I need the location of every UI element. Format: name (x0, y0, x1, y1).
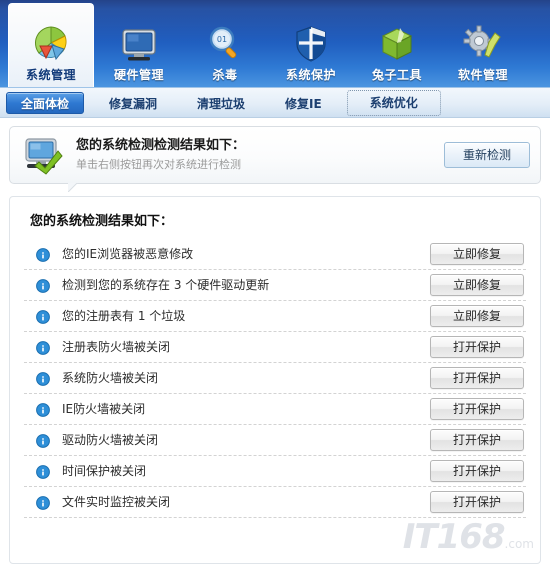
result-action-button[interactable]: 打开保护 (430, 429, 524, 451)
watermark-suffix: .com (504, 537, 534, 551)
result-row-label: 时间保护被关闭 (62, 464, 147, 478)
scan-summary-title: 您的系统检测检测结果如下： (76, 138, 246, 153)
tab-fix-vulnerabilities[interactable]: 修复漏洞 (94, 92, 172, 114)
bubble-tail (68, 183, 84, 192)
result-row-label: 文件实时监控被关闭 (62, 495, 171, 509)
result-action-button[interactable]: 立即修复 (430, 243, 524, 265)
result-action-button[interactable]: 立即修复 (430, 305, 524, 327)
tab-system-optimization[interactable]: 系统优化 (346, 89, 441, 116)
result-row[interactable]: 时间保护被关闭 打开保护 (24, 456, 526, 487)
nav-item-rabbit-tools[interactable]: 兔子工具 (356, 5, 438, 87)
nav-item-antivirus[interactable]: 01 杀毒 (184, 5, 266, 87)
result-action-button[interactable]: 打开保护 (430, 367, 524, 389)
nav-item-label: 软件管理 (457, 68, 508, 82)
nav-item-label: 兔子工具 (371, 68, 422, 82)
result-row-label: 注册表防火墙被关闭 (62, 340, 171, 354)
nav-item-label: 杀毒 (212, 68, 238, 82)
warning-icon (36, 433, 50, 448)
result-action-button[interactable]: 立即修复 (430, 274, 524, 296)
result-action-button[interactable]: 打开保护 (430, 491, 524, 513)
green-box-icon (376, 23, 418, 65)
result-row[interactable]: 文件实时监控被关闭 打开保护 (24, 487, 526, 518)
warning-icon (36, 247, 50, 262)
tab-repair-ie[interactable]: 修复IE (270, 92, 337, 114)
nav-item-system-management[interactable]: 系统管理 (8, 3, 94, 87)
warning-icon (36, 402, 50, 417)
rescan-button[interactable]: 重新检测 (444, 142, 530, 168)
nav-item-software-management[interactable]: 软件管理 (442, 5, 524, 87)
pie-chart-icon (30, 23, 72, 65)
result-row[interactable]: IE防火墙被关闭 打开保护 (24, 394, 526, 425)
result-row[interactable]: 驱动防火墙被关闭 打开保护 (24, 425, 526, 456)
nav-item-hardware-management[interactable]: 硬件管理 (98, 5, 180, 87)
gear-wrench-icon (462, 23, 504, 65)
nav-item-label: 硬件管理 (113, 68, 164, 82)
result-row-label: 您的IE浏览器被恶意修改 (62, 247, 194, 261)
result-row-label: IE防火墙被关闭 (62, 402, 146, 416)
results-panel: 您的系统检测结果如下： 您的IE浏览器被恶意修改 立即修复 检测到您的系统存在 … (9, 196, 541, 564)
result-row[interactable]: 系统防火墙被关闭 打开保护 (24, 363, 526, 394)
main-toolbar: 系统管理 硬件管理 01 杀毒 系统保护 兔子工具 软件管理 (0, 0, 550, 88)
tab-full-checkup[interactable]: 全面体检 (6, 91, 85, 114)
nav-item-label: 系统保护 (285, 68, 336, 82)
magnifier-icon: 01 (204, 23, 246, 65)
result-row-label: 驱动防火墙被关闭 (62, 433, 159, 447)
scan-summary-subtitle: 单击右侧按钮再次对系统进行检测 (76, 158, 241, 171)
scan-summary-panel: 您的系统检测检测结果如下： 单击右侧按钮再次对系统进行检测 重新检测 (9, 126, 541, 184)
result-row[interactable]: 注册表防火墙被关闭 打开保护 (24, 332, 526, 363)
watermark-text: IT168 (402, 517, 506, 557)
monitor-icon (118, 23, 160, 65)
results-heading: 您的系统检测结果如下： (30, 214, 174, 229)
result-action-button[interactable]: 打开保护 (430, 398, 524, 420)
result-action-button[interactable]: 打开保护 (430, 460, 524, 482)
result-row[interactable]: 检测到您的系统存在 3 个硬件驱动更新 立即修复 (24, 270, 526, 301)
warning-icon (36, 371, 50, 386)
watermark: IT168.com (403, 520, 534, 561)
nav-item-label: 系统管理 (25, 68, 76, 82)
scan-summary-text: 您的系统检测检测结果如下： 单击右侧按钮再次对系统进行检测 (76, 137, 444, 173)
result-row[interactable]: 您的IE浏览器被恶意修改 立即修复 (24, 239, 526, 270)
nav-item-system-protection[interactable]: 系统保护 (270, 5, 352, 87)
shield-icon (290, 23, 332, 65)
warning-icon (36, 464, 50, 479)
sub-tab-bar: 全面体检 修复漏洞 清理垃圾 修复IE 系统优化 (0, 88, 550, 118)
svg-text:01: 01 (217, 35, 227, 44)
result-row-label: 您的注册表有 1 个垃圾 (62, 309, 186, 323)
result-row-label: 系统防火墙被关闭 (62, 371, 159, 385)
tab-clean-junk[interactable]: 清理垃圾 (182, 92, 260, 114)
warning-icon (36, 340, 50, 355)
warning-icon (36, 278, 50, 293)
result-row[interactable]: 您的注册表有 1 个垃圾 立即修复 (24, 301, 526, 332)
warning-icon (36, 495, 50, 510)
result-row-label: 检测到您的系统存在 3 个硬件驱动更新 (62, 278, 270, 292)
warning-icon (36, 309, 50, 324)
monitor-check-icon (22, 135, 66, 175)
result-action-button[interactable]: 打开保护 (430, 336, 524, 358)
application-window: 系统管理 硬件管理 01 杀毒 系统保护 兔子工具 软件管理 全面体检 修复漏洞… (0, 0, 550, 588)
page-content: 您的系统检测检测结果如下： 单击右侧按钮再次对系统进行检测 重新检测 您的系统检… (0, 118, 550, 588)
